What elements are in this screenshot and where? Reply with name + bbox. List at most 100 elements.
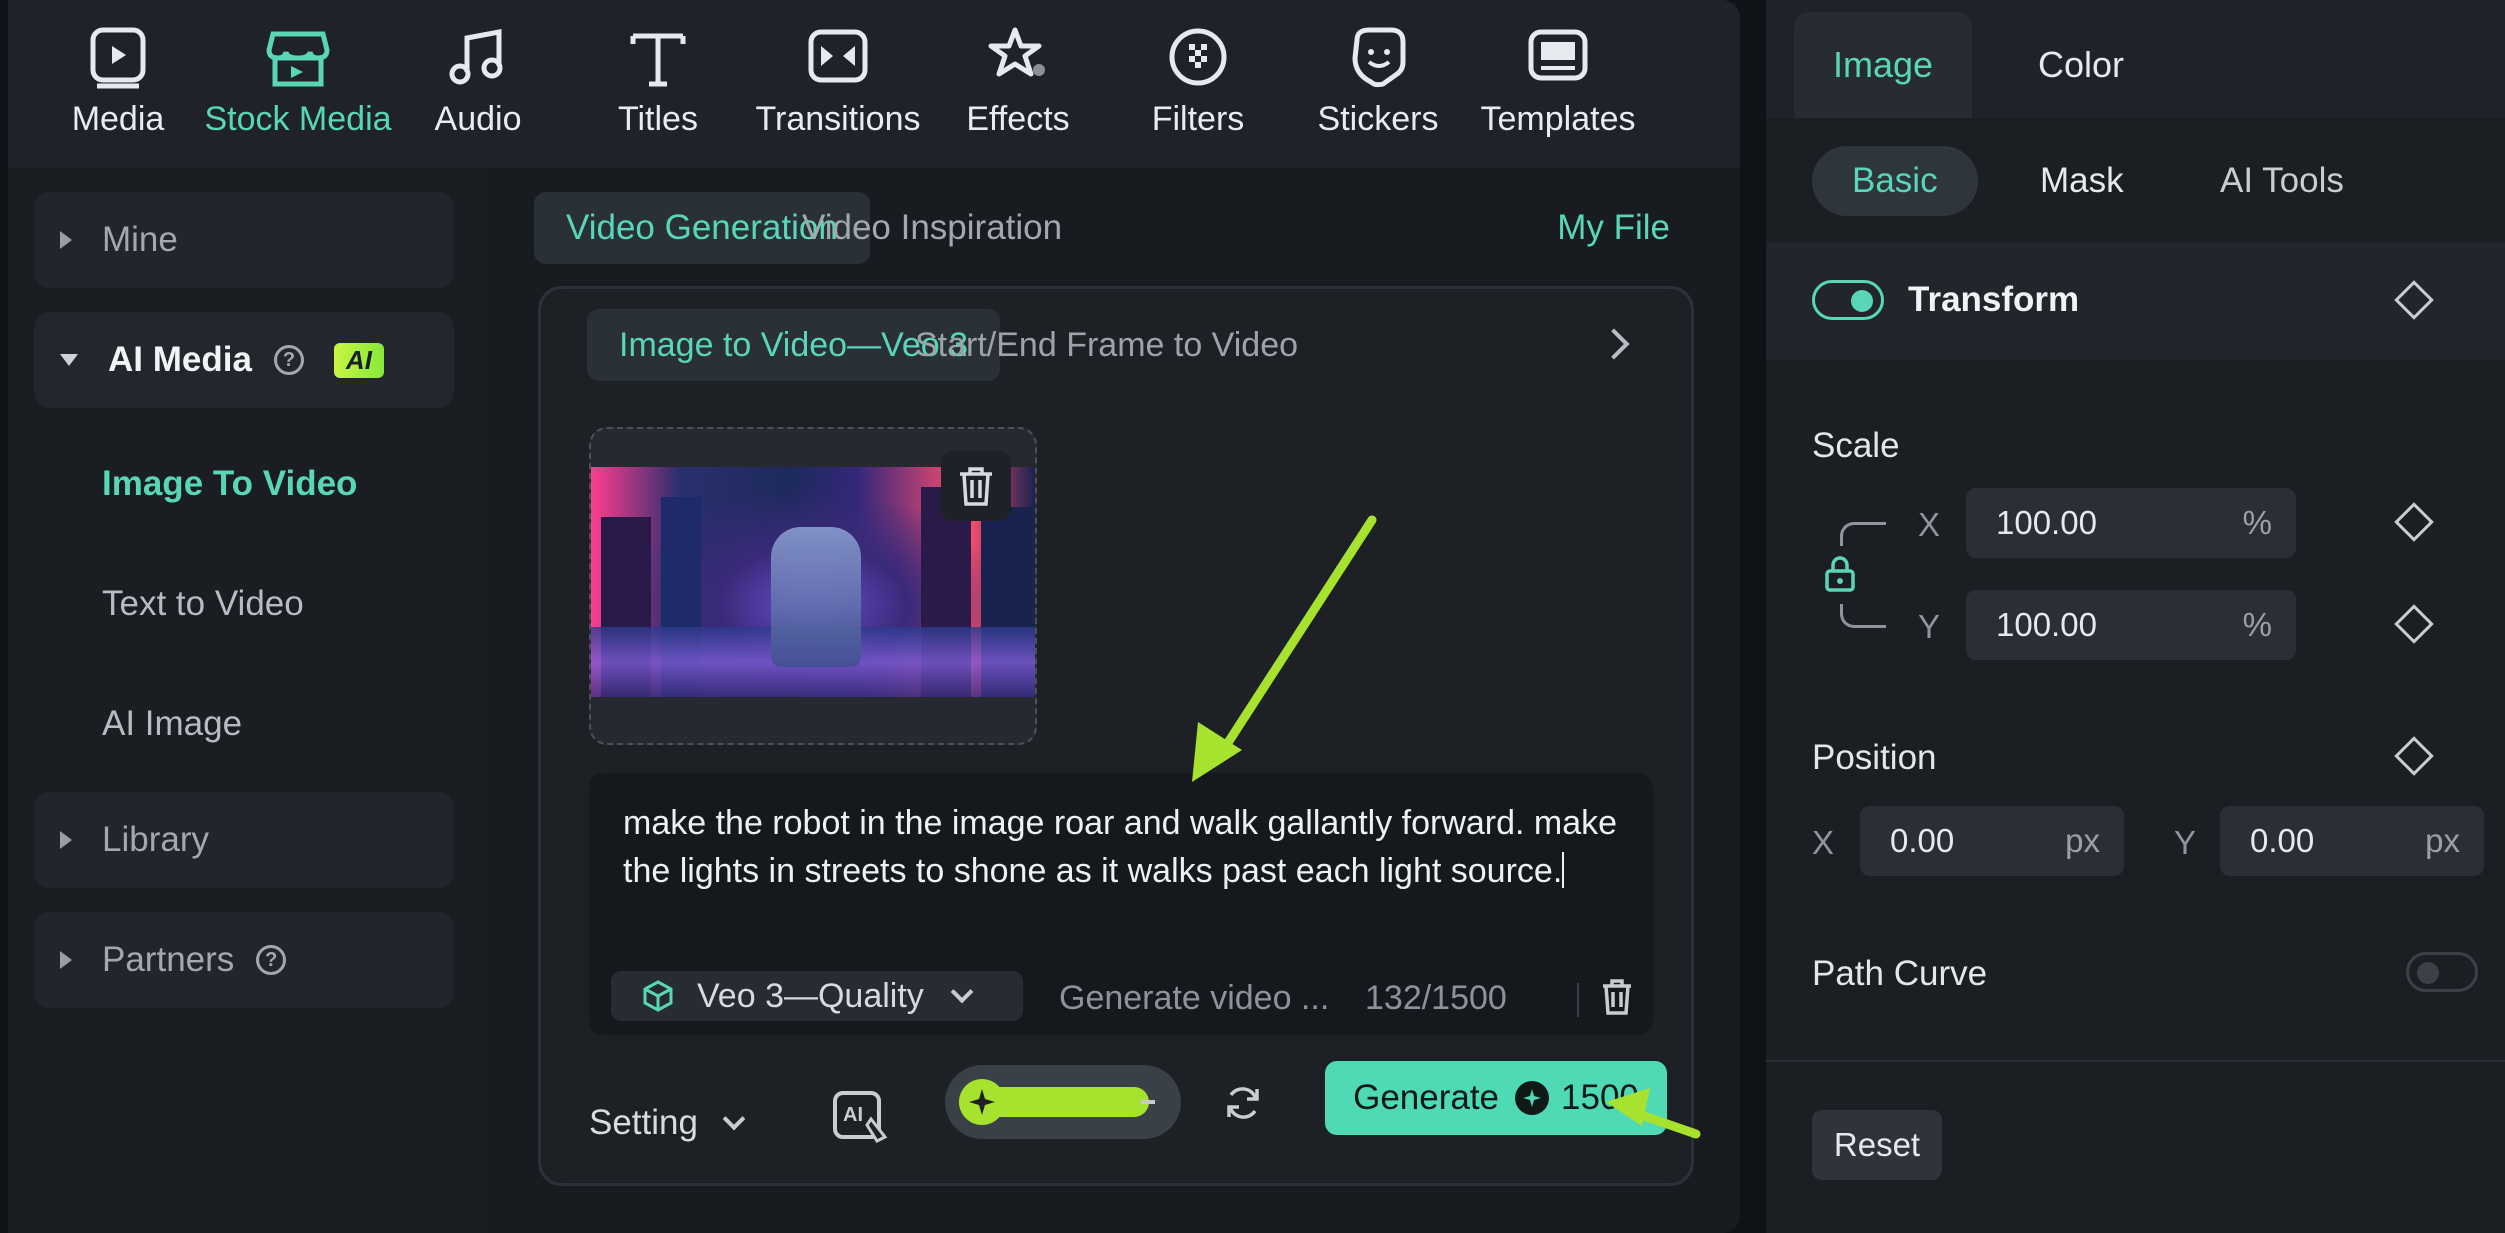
position-x-unit: px (2065, 822, 2100, 859)
editor-panel: Media Stock Media Audio Titles Transitio… (8, 0, 1740, 1233)
keyframe-diamond-icon[interactable] (2394, 502, 2434, 542)
setting-label: Setting (589, 1103, 698, 1142)
sidebar-item-ai-media-label: AI Media (108, 340, 252, 379)
chevron-down-icon (60, 354, 78, 366)
stock-media-icon (266, 31, 330, 87)
toolbar-filters[interactable]: Filters (1108, 0, 1288, 168)
sidebar-item-library[interactable]: Library (34, 792, 454, 888)
lock-bracket (1840, 522, 1886, 546)
position-y-input[interactable]: 0.00 px (2220, 806, 2484, 876)
media-icon (90, 27, 146, 89)
toolbar-media-label: Media (71, 100, 165, 138)
ai-badge: AI (333, 342, 384, 378)
position-x-input[interactable]: 0.00 px (1860, 806, 2124, 876)
templates-icon (1528, 29, 1588, 81)
my-file-link[interactable]: My File (1557, 208, 1670, 248)
keyframe-diamond-icon[interactable] (2394, 280, 2434, 320)
scale-y-unit: % (2242, 606, 2272, 643)
sidebar-item-ai-media[interactable]: AI Media ? AI (34, 312, 454, 408)
generation-card: Image to Video—Veo 3 Start/End Frame to … (538, 286, 1694, 1186)
divider (1766, 1060, 2505, 1062)
lock-icon[interactable] (1822, 554, 1858, 599)
filters-icon (1169, 28, 1227, 86)
divider (1577, 983, 1579, 1017)
position-x-value: 0.00 (1890, 822, 1955, 859)
chevron-right-icon (60, 231, 72, 249)
position-label: Position (1812, 738, 1937, 777)
prompt-box[interactable]: make the robot in the image roar and wal… (589, 773, 1653, 1035)
generate-cost: 1500 (1561, 1078, 1639, 1117)
path-curve-label: Path Curve (1812, 954, 1988, 993)
delete-image-button[interactable] (941, 451, 1011, 521)
toolbar-media[interactable]: Media (28, 0, 208, 168)
sparkle-icon (969, 1089, 995, 1115)
chevron-right-icon[interactable] (1598, 328, 1630, 360)
setting-dropdown[interactable]: Setting (589, 1103, 746, 1143)
generate-button[interactable]: Generate 1500 (1325, 1061, 1667, 1135)
ai-edit-icon: AI (833, 1091, 888, 1143)
clear-prompt-button[interactable] (1599, 977, 1635, 1022)
toolbar-transitions-label: Transitions (755, 100, 921, 138)
toolbar-stickers[interactable]: Stickers (1288, 0, 1468, 168)
position-x-axis: X (1812, 824, 1835, 861)
path-curve-toggle[interactable] (2406, 952, 2478, 992)
audio-icon (449, 28, 503, 85)
chevron-down-icon (950, 980, 974, 1004)
toolbar-titles[interactable]: Titles (568, 0, 748, 168)
sidebar-item-image-to-video[interactable]: Image To Video (102, 464, 357, 504)
text-caret (1562, 852, 1565, 888)
toolbar-transitions[interactable]: Transitions (748, 0, 928, 168)
toolbar-stock-media[interactable]: Stock Media (204, 0, 392, 168)
slider-knob[interactable] (959, 1079, 1005, 1125)
sidebar-item-mine[interactable]: Mine (34, 192, 454, 288)
position-y-unit: px (2425, 822, 2460, 859)
refresh-button[interactable] (1223, 1083, 1263, 1128)
subtab-basic[interactable]: Basic (1812, 146, 1978, 216)
tab-color[interactable]: Color (1986, 12, 2176, 118)
prompt-text: make the robot in the image roar and wal… (623, 804, 1618, 890)
main-content: Video Generation Video Inspiration My Fi… (488, 168, 1740, 1233)
sidebar-item-partners[interactable]: Partners ? (34, 912, 454, 1008)
position-y-value: 0.00 (2250, 822, 2315, 859)
help-icon[interactable]: ? (273, 345, 304, 375)
model-select[interactable]: Veo 3—Quality (611, 971, 1023, 1021)
toolbar-templates[interactable]: Templates (1468, 0, 1648, 168)
chevron-right-icon (60, 951, 72, 969)
prompt-textarea[interactable]: make the robot in the image roar and wal… (623, 799, 1623, 895)
sidebar-item-text-to-video[interactable]: Text to Video (102, 584, 304, 624)
toolbar-filters-label: Filters (1151, 100, 1245, 138)
toolbar-titles-label: Titles (618, 100, 698, 138)
ai-edit-button[interactable]: AI (831, 1089, 891, 1150)
subtab-mask[interactable]: Mask (2000, 146, 2164, 216)
uploaded-image-thumbnail[interactable] (589, 427, 1037, 745)
toolbar-effects[interactable]: Effects (928, 0, 1108, 168)
properties-panel: Image Color Basic Mask AI Tools Transfor… (1766, 0, 2505, 1233)
sidebar-item-ai-image[interactable]: AI Image (102, 704, 242, 744)
scale-x-value: 100.00 (1996, 504, 2097, 541)
position-y-axis: Y (2174, 824, 2197, 861)
subtab-ai-tools[interactable]: AI Tools (2180, 146, 2384, 216)
cube-icon (643, 980, 673, 1012)
toolbar-audio-label: Audio (434, 100, 522, 138)
credit-slider[interactable] (945, 1065, 1181, 1139)
tab-image[interactable]: Image (1794, 12, 1972, 118)
generate-video-placeholder[interactable]: Generate video ... (1059, 979, 1329, 1018)
keyframe-diamond-icon[interactable] (2394, 736, 2434, 776)
trash-icon (1603, 979, 1631, 1015)
effects-icon (988, 27, 1045, 77)
subtab-start-end-frame[interactable]: Start/End Frame to Video (883, 309, 1330, 381)
transform-toggle[interactable] (1812, 280, 1884, 320)
sidebar-item-mine-label: Mine (102, 220, 178, 259)
keyframe-diamond-icon[interactable] (2394, 604, 2434, 644)
scale-x-input[interactable]: 100.00 % (1966, 488, 2296, 558)
trash-icon (960, 467, 992, 506)
tab-video-inspiration[interactable]: Video Inspiration (770, 192, 1094, 264)
toolbar-templates-label: Templates (1480, 100, 1636, 138)
scale-y-input[interactable]: 100.00 % (1966, 590, 2296, 660)
help-icon[interactable]: ? (256, 945, 287, 975)
stickers-icon (1352, 27, 1406, 88)
reset-button[interactable]: Reset (1812, 1110, 1942, 1180)
media-toolbar: Media Stock Media Audio Titles Transitio… (8, 0, 1740, 168)
toolbar-audio[interactable]: Audio (388, 0, 568, 168)
svg-text:AI: AI (843, 1104, 863, 1126)
